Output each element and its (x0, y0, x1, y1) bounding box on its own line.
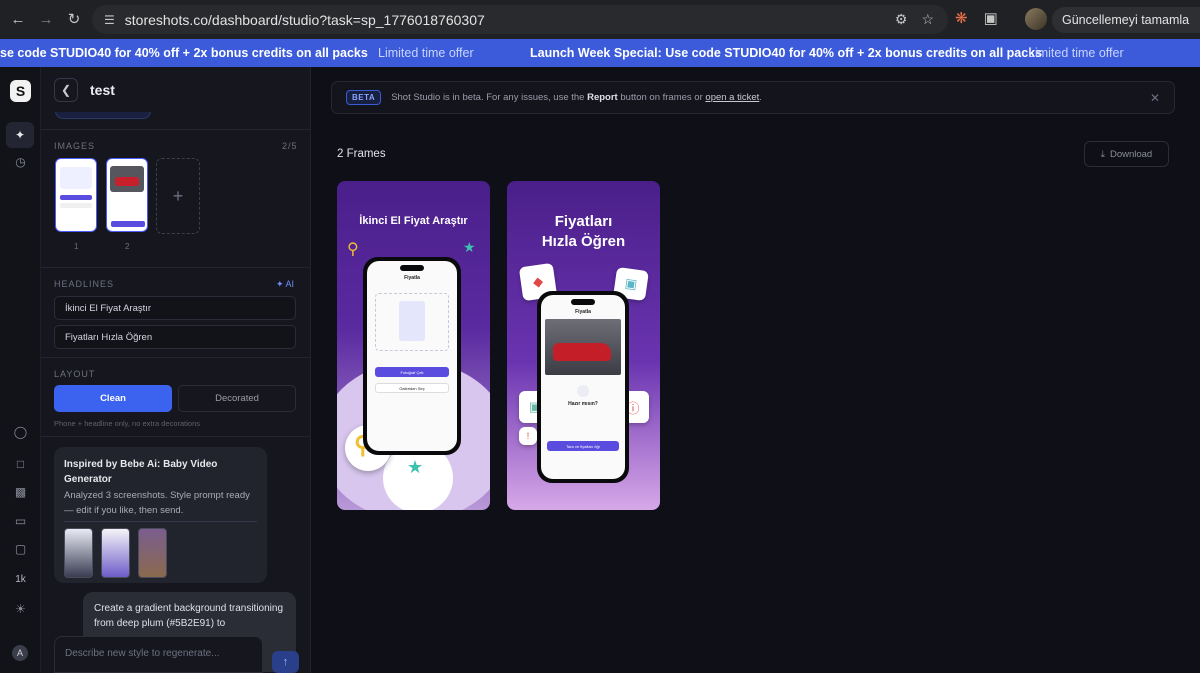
phone-mockup: Fiyatla Hazır mısın? Tara ve fiyatları ö… (537, 291, 629, 483)
images-section-label: IMAGES (54, 141, 96, 151)
back-button[interactable]: ❮ (54, 77, 78, 102)
ready-question: Hazır mısın? (568, 401, 598, 407)
download-button[interactable]: ⤓ Download (1084, 141, 1169, 167)
images-count: 2/5 (282, 141, 298, 151)
star-icon: ★ (407, 457, 424, 477)
frame-headline-line1: Fiyatları (554, 213, 613, 230)
project-title: test (90, 81, 115, 98)
history-clock-icon[interactable]: ◷ (0, 155, 41, 169)
promo-message: Launch Week Special: Use code STUDIO40 f… (530, 46, 1043, 60)
gallery-button: Galeriden Seç (375, 383, 449, 393)
reload-icon[interactable]: ↻ (60, 5, 88, 33)
divider (41, 436, 310, 437)
bookmark-star-icon[interactable]: ☆ (921, 11, 934, 28)
image-thumbnail[interactable] (55, 158, 97, 232)
user-avatar[interactable]: A (12, 645, 28, 661)
promo-banner: se code STUDIO40 for 40% off + 2x bonus … (0, 39, 1200, 67)
inspired-card: Inspired by Bebe Ai: Baby Video Generato… (54, 447, 267, 583)
plus-icon: + (172, 185, 184, 206)
frame-preview[interactable]: Fiyatları Hızla Öğren ◆ ▣ ▣ ⓘ ! Fiyatla … (507, 181, 660, 510)
star-icon: ★ (463, 239, 476, 255)
download-label: Download (1109, 148, 1153, 160)
style-prompt-input[interactable]: Describe new style to regenerate... (54, 636, 263, 673)
beta-notice: BETA Shot Studio is in beta. For any iss… (331, 81, 1175, 114)
frames-title: 2 Frames (337, 148, 386, 160)
chevron-left-icon: ❮ (60, 82, 72, 97)
main-canvas: BETA Shot Studio is in beta. For any iss… (312, 67, 1200, 673)
close-icon[interactable]: ✕ (1150, 91, 1160, 105)
magnifier-icon: ⚲ (347, 241, 359, 258)
credits-count: 1k (15, 574, 26, 585)
divider (41, 129, 310, 130)
app-logo[interactable]: S (10, 80, 31, 102)
promo-limited-label: Limited time offer (378, 46, 474, 60)
capture-photo-button: Fotoğraf Çek (375, 367, 449, 377)
forward-arrow-icon[interactable]: → (32, 5, 60, 33)
update-chrome-button[interactable]: Güncellemeyi tamamla (1052, 7, 1200, 33)
beta-report-label: Report (587, 92, 618, 103)
frame-headline-line2: Hızla Öğren (541, 233, 626, 250)
chat-icon[interactable]: □ (0, 457, 41, 471)
phone-mockup: Fiyatla Fotoğraf Çek Galeriden Seç (363, 257, 461, 455)
screen-title: Fiyatla (575, 309, 591, 315)
beta-text: button on frames or (617, 92, 706, 103)
ai-label: AI (285, 279, 294, 289)
reference-thumbnail[interactable] (101, 528, 130, 578)
gift-icon[interactable]: ▩ (0, 485, 41, 499)
reference-thumbnail[interactable] (138, 528, 167, 578)
promo-message: se code STUDIO40 for 40% off + 2x bonus … (0, 46, 368, 60)
add-image-button[interactable]: + (156, 158, 200, 234)
screen-title: Fiyatla (404, 275, 420, 281)
inspired-description: Analyzed 3 screenshots. Style prompt rea… (64, 490, 250, 516)
send-button[interactable]: ↑ (272, 651, 299, 673)
address-bar[interactable]: ☰ storeshots.co/dashboard/studio?task=sp… (92, 5, 948, 34)
translate-icon[interactable]: ⚙ (895, 11, 908, 28)
back-arrow-icon[interactable]: ← (4, 5, 32, 33)
layout-section-label: LAYOUT (54, 369, 96, 379)
beta-badge: BETA (346, 90, 382, 105)
beta-text: Shot Studio is in beta. For any issues, … (391, 92, 588, 103)
promo-limited-label: Limited time offer (1028, 46, 1124, 60)
shield-icon[interactable]: ◯ (0, 425, 41, 439)
image-number: 2 (125, 242, 130, 251)
url-text: storeshots.co/dashboard/studio?task=sp_1… (124, 11, 485, 28)
theme-sun-icon[interactable]: ☀ (0, 602, 41, 616)
studio-sparkle-icon[interactable]: ✦ (6, 122, 34, 148)
headline-input[interactable]: Fiyatları Hızla Öğren (54, 325, 296, 349)
open-ticket-link[interactable]: open a ticket (705, 92, 759, 103)
profile-avatar[interactable] (1025, 8, 1047, 30)
scan-button: Tara ve fiyatları öğr (547, 441, 619, 451)
extension-sparkle-icon[interactable]: ❋ (955, 9, 968, 27)
inspired-title: Inspired by Bebe Ai: Baby Video Generato… (64, 459, 218, 485)
frame-preview[interactable]: İkinci El Fiyat Araştır ⚲ ★ ⚲ ★ Fiyatla … (337, 181, 490, 510)
download-icon: ⤓ (1100, 148, 1105, 160)
reference-thumbnail[interactable] (64, 528, 93, 578)
studio-panel: ❮ test IMAGES 2/5 + 1 2 HEADLINES ✦ AI İ… (41, 67, 311, 673)
image-thumbnail[interactable] (106, 158, 148, 232)
extensions-puzzle-icon[interactable]: ▣ (984, 9, 998, 27)
app-rail: S ✦ ◷ ◯ □ ▩ ▭ ▢ 1k ☀ A (0, 67, 41, 673)
billing-card-icon[interactable]: ▭ (0, 514, 41, 528)
arrow-up-icon: ↑ (282, 656, 289, 668)
beta-text: . (759, 92, 762, 103)
site-settings-icon[interactable]: ☰ (104, 13, 115, 27)
image-number: 1 (74, 242, 79, 251)
frame-headline: İkinci El Fiyat Araştır (359, 215, 468, 227)
ai-generate-button[interactable]: ✦ AI (276, 279, 294, 290)
divider (41, 267, 310, 268)
layout-clean-button[interactable]: Clean (54, 385, 172, 412)
headlines-section-label: HEADLINES (54, 279, 115, 289)
alert-icon: ! (519, 427, 537, 445)
layout-decorated-button[interactable]: Decorated (178, 385, 296, 412)
browser-toolbar: ← → ↻ ☰ storeshots.co/dashboard/studio?t… (0, 0, 1200, 39)
layout-hint: Phone + headline only, no extra decorati… (54, 419, 201, 428)
divider (41, 357, 310, 358)
panel-header: ❮ test (41, 67, 310, 112)
document-icon[interactable]: ▢ (0, 542, 41, 556)
headline-input[interactable]: İkinci El Fiyat Araştır (54, 296, 296, 320)
